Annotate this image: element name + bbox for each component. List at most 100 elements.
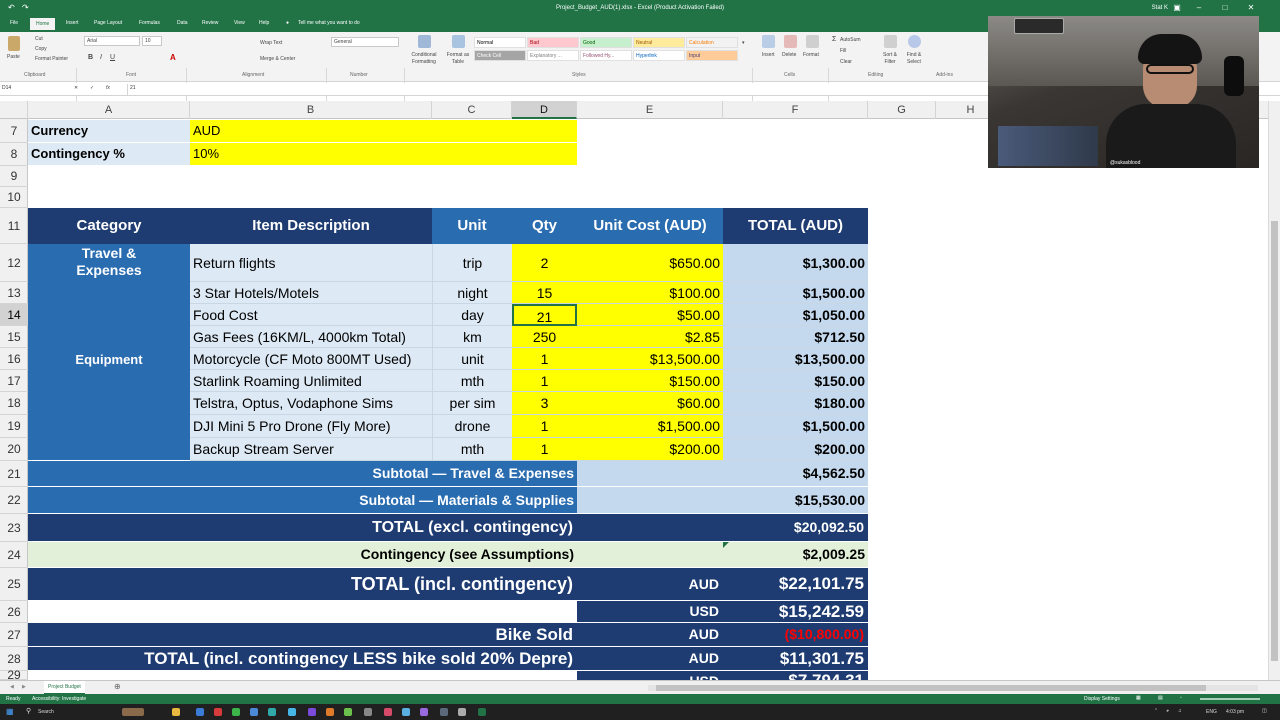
row-header-26[interactable]: 26 (0, 601, 28, 623)
item-cost-cell[interactable]: $150.00 (577, 370, 723, 392)
total-less-bike-value[interactable]: $11,301.75 (723, 647, 868, 670)
tell-me-search[interactable]: Tell me what you want to do (298, 20, 360, 26)
app-gray-icon[interactable] (364, 708, 372, 716)
delete-cells-icon[interactable] (784, 35, 797, 48)
header-unit-cost[interactable]: Unit Cost (AUD) (577, 208, 723, 244)
horizontal-scrollbar[interactable] (648, 685, 1258, 691)
subtotal-materials-label[interactable]: Subtotal — Materials & Supplies (28, 487, 577, 513)
scrollbar-thumb[interactable] (1271, 221, 1278, 661)
row-header-13[interactable]: 13 (0, 282, 28, 304)
notifications-icon[interactable]: ◫ (1262, 708, 1267, 714)
cell-style-8[interactable]: Followed Hy... (580, 50, 632, 61)
row-header-24[interactable]: 24 (0, 542, 28, 568)
merge-center-button[interactable]: Merge & Center (260, 56, 295, 62)
item-cost-cell[interactable]: $200.00 (577, 438, 723, 461)
sort-filter-button[interactable]: Sort & Filter (878, 52, 902, 66)
category-travel-cell[interactable]: Travel & Expenses (28, 244, 190, 348)
cell-style-1[interactable]: Normal (474, 37, 526, 48)
total-less-bike-label[interactable]: TOTAL (incl. contingency LESS bike sold … (28, 647, 577, 670)
item-qty-cell[interactable]: 1 (512, 370, 577, 392)
number-format-select[interactable]: General (331, 37, 399, 47)
total-excl-label[interactable]: TOTAL (excl. contingency) (28, 514, 577, 541)
item-desc-cell[interactable]: Food Cost (190, 304, 432, 326)
font-color-icon[interactable]: A (170, 53, 176, 62)
italic-button[interactable]: I (100, 54, 102, 61)
item-cost-cell[interactable]: $13,500.00 (577, 348, 723, 370)
insert-function-icon[interactable]: fx (106, 85, 110, 91)
category-equipment-cell[interactable]: Equipment (28, 348, 190, 460)
item-total-cell[interactable]: $150.00 (723, 370, 868, 392)
header-total[interactable]: TOTAL (AUD) (723, 208, 868, 244)
row-header-29[interactable]: 29 (0, 669, 28, 681)
paste-button[interactable]: Paste (7, 54, 20, 60)
row-header-17[interactable]: 17 (0, 370, 28, 392)
item-unit-cell[interactable]: drone (432, 415, 512, 438)
item-total-cell[interactable]: $1,050.00 (723, 304, 868, 326)
cell-style-6[interactable]: Check Cell (474, 50, 526, 61)
name-box[interactable]: D14 (0, 84, 58, 95)
next-sheet-icon[interactable]: ▶ (22, 684, 26, 690)
format-painter-button[interactable]: Format Painter (35, 56, 68, 62)
subtotal-materials-value[interactable]: $15,530.00 (723, 487, 868, 513)
cell-style-3[interactable]: Good (580, 37, 632, 48)
item-total-cell[interactable]: $1,500.00 (723, 282, 868, 304)
copy-button[interactable]: Copy (35, 46, 47, 52)
row-header-8[interactable]: 8 (0, 143, 28, 166)
column-header-a[interactable]: A (28, 101, 190, 119)
horizontal-scrollbar-thumb[interactable] (656, 685, 1206, 691)
header-category[interactable]: Category (28, 208, 190, 244)
row-header-7[interactable]: 7 (0, 120, 28, 143)
tab-help[interactable]: Help (259, 20, 269, 26)
font-name-select[interactable]: Arial (84, 36, 140, 46)
item-desc-cell[interactable]: Telstra, Optus, Vodaphone Sims (190, 392, 432, 415)
volume-icon[interactable]: ♫ (1178, 708, 1182, 714)
item-qty-cell[interactable]: 1 (512, 415, 577, 438)
tab-data[interactable]: Data (177, 20, 188, 26)
app-teal-icon[interactable] (268, 708, 276, 716)
bike-sold-value[interactable]: ($10,800.00) (723, 623, 868, 646)
subtotal-materials-spacer[interactable] (577, 487, 723, 513)
app-sky-icon[interactable] (402, 708, 410, 716)
cell-style-10[interactable]: Input (686, 50, 738, 61)
page-break-view-icon[interactable]: ▫ (1180, 695, 1182, 701)
row-header-18[interactable]: 18 (0, 392, 28, 415)
cell-style-9[interactable]: Hyperlink (633, 50, 685, 61)
cut-button[interactable]: Cut (35, 36, 43, 42)
tab-insert[interactable]: Insert (66, 20, 79, 26)
item-desc-cell[interactable]: Return flights (190, 244, 432, 282)
app-violet-icon[interactable] (420, 708, 428, 716)
wifi-icon[interactable]: ◕ (1166, 708, 1169, 714)
item-cost-cell[interactable]: $1,500.00 (577, 415, 723, 438)
tab-review[interactable]: Review (202, 20, 218, 26)
row-header-16[interactable]: 16 (0, 348, 28, 370)
total-incl-usd-currency[interactable]: USD (577, 601, 723, 622)
display-settings[interactable]: Display Settings (1084, 696, 1120, 702)
row-header-11[interactable]: 11 (0, 208, 28, 244)
item-total-cell[interactable]: $1,300.00 (723, 244, 868, 282)
underline-button[interactable]: U (110, 54, 115, 61)
item-cost-cell[interactable]: $2.85 (577, 326, 723, 348)
styles-more-icon[interactable]: ▾ (742, 40, 745, 46)
format-as-table-button[interactable]: Format as Table (443, 52, 473, 66)
currency-label[interactable]: Currency (28, 120, 190, 142)
item-qty-cell[interactable]: 250 (512, 326, 577, 348)
format-button[interactable]: Format (803, 52, 819, 58)
page-layout-view-icon[interactable]: ▤ (1158, 695, 1163, 701)
taskbar-search[interactable]: Search (38, 709, 54, 715)
cell-style-7[interactable]: Explanatory ... (527, 50, 579, 61)
item-desc-cell[interactable]: Backup Stream Server (190, 438, 432, 461)
taskbar-lang[interactable]: ENG (1206, 709, 1217, 715)
item-unit-cell[interactable]: per sim (432, 392, 512, 415)
prev-sheet-icon[interactable]: ◀ (10, 684, 14, 690)
find-select-icon[interactable] (908, 35, 921, 48)
bike-sold-currency[interactable]: AUD (577, 623, 723, 646)
total-incl-aud-currency[interactable]: AUD (577, 568, 723, 600)
conditional-formatting-icon[interactable] (418, 35, 431, 48)
row-header-20[interactable]: 20 (0, 438, 28, 461)
tab-formulas[interactable]: Formulas (139, 20, 160, 26)
total-excl-value[interactable]: $20,092.50 (723, 514, 868, 541)
total-incl-aud-value[interactable]: $22,101.75 (723, 568, 868, 600)
cancel-entry-icon[interactable]: ✕ (74, 85, 78, 91)
row-header-10[interactable]: 10 (0, 187, 28, 208)
app-purple-icon[interactable] (308, 708, 316, 716)
